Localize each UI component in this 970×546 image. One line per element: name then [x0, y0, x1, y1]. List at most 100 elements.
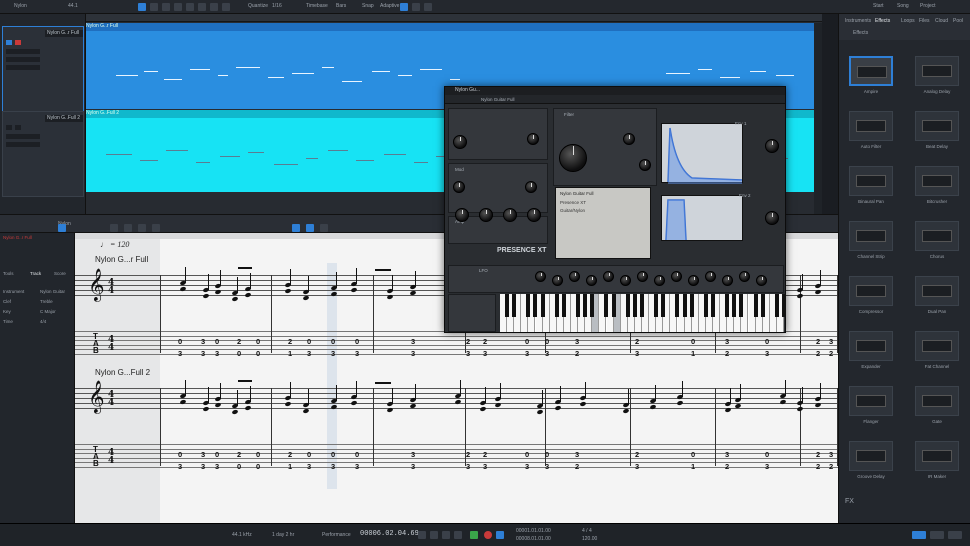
tab-number-1b[interactable]: 3 [355, 349, 359, 358]
stop-button[interactable] [454, 531, 462, 539]
quantize-value[interactable]: 1/16 [272, 3, 282, 9]
tab-number-1b[interactable]: 3 [635, 349, 639, 358]
presence-plugin-window[interactable]: Nylon Gu... Nylon Guitar Full Mod Amp Fi… [444, 86, 786, 333]
tab-number-1a[interactable]: 3 [725, 337, 729, 346]
browser-tab-files[interactable]: Files [919, 18, 930, 24]
inspector-key-value[interactable]: C Major [40, 309, 74, 316]
rewind-button[interactable] [430, 531, 438, 539]
tab-number-2b[interactable]: 3 [635, 462, 639, 471]
time-display[interactable]: 00006.02.04.69 [360, 530, 419, 538]
black-key[interactable] [512, 294, 517, 317]
mute-tool-button[interactable] [198, 3, 206, 11]
effect-label[interactable]: Expander [844, 364, 898, 369]
tab-number-1b[interactable]: 0 [256, 349, 260, 358]
inspector-instrument-value[interactable]: Nylon Guitar [40, 289, 74, 296]
tab-number-2a[interactable]: 3 [201, 450, 205, 459]
env2-display[interactable] [661, 195, 743, 241]
loop-start-readout[interactable]: 00001.01.01.00 [516, 528, 551, 534]
signature-readout[interactable]: 4 / 4 [582, 528, 592, 534]
mute-button-1[interactable] [6, 40, 12, 45]
score-view-button[interactable] [292, 224, 300, 232]
editor-pencil-tool[interactable] [110, 224, 118, 232]
tab-number-2b[interactable]: 3 [765, 462, 769, 471]
effect-label[interactable]: Binaural Pan [844, 199, 898, 204]
tab-number-1a[interactable]: 2 [483, 337, 487, 346]
tab-number-1a[interactable]: 3 [829, 337, 833, 346]
tab-number-1a[interactable]: 2 [288, 337, 292, 346]
effect-thumb[interactable] [849, 276, 893, 306]
record-button-2[interactable] [15, 125, 21, 130]
inspector-tab-tools[interactable]: Tools [3, 271, 23, 278]
tab-number-2b[interactable]: 3 [307, 462, 311, 471]
black-key[interactable] [703, 294, 708, 317]
automation-select-1[interactable] [6, 65, 40, 70]
timebase-value[interactable]: Bars [336, 3, 346, 9]
tab-number-1a[interactable]: 2 [635, 337, 639, 346]
env2-amount-knob[interactable] [765, 211, 779, 225]
tab-number-2b[interactable]: 3 [483, 462, 487, 471]
plugin-keyboard[interactable] [500, 294, 786, 332]
tab-number-2a[interactable]: 0 [256, 450, 260, 459]
tab-number-1a[interactable]: 0 [256, 337, 260, 346]
browse-view-button[interactable] [948, 531, 962, 539]
lfo-knob[interactable] [756, 275, 767, 286]
inspector-tab-score[interactable]: Score [54, 271, 74, 278]
tab-number-2a[interactable]: 0 [691, 450, 695, 459]
effect-thumb[interactable] [849, 166, 893, 196]
input-select-2[interactable] [6, 134, 40, 139]
output-select-2[interactable] [6, 142, 40, 147]
tab-number-2b[interactable]: 3 [331, 462, 335, 471]
tab-number-1a[interactable]: 3 [575, 337, 579, 346]
effect-thumb[interactable] [915, 111, 959, 141]
effect-label[interactable]: Chorus [910, 254, 964, 259]
effect-label[interactable]: Ampire [844, 89, 898, 94]
tab-number-1a[interactable]: 0 [355, 337, 359, 346]
black-key[interactable] [739, 294, 744, 317]
black-key[interactable] [639, 294, 644, 317]
lfo-knob[interactable] [722, 275, 733, 286]
tab-number-1b[interactable]: 0 [237, 349, 241, 358]
effect-thumb[interactable] [915, 221, 959, 251]
black-key[interactable] [760, 294, 765, 317]
effect-label[interactable]: Fat Channel [910, 364, 964, 369]
tempo-readout[interactable]: 120.00 [582, 536, 597, 542]
lfo-knob[interactable] [739, 271, 750, 282]
piano-view-button[interactable] [320, 224, 328, 232]
tab-number-1a[interactable]: 0 [307, 337, 311, 346]
project-page-tab[interactable]: Project [920, 3, 936, 9]
env1-amount-knob[interactable] [765, 139, 779, 153]
lfo-knob[interactable] [671, 271, 682, 282]
track-header-1[interactable]: Nylon G..r Full [2, 26, 84, 112]
black-key[interactable] [625, 294, 630, 317]
tab-number-1b[interactable]: 3 [215, 349, 219, 358]
effect-label[interactable]: Channel Strip [844, 254, 898, 259]
filter-cutoff-knob[interactable] [559, 144, 587, 172]
tab-number-2a[interactable]: 0 [525, 450, 529, 459]
tab-number-2b[interactable]: 1 [288, 462, 292, 471]
browser-tab-pool[interactable]: Pool [953, 18, 963, 24]
mod-rate-knob[interactable] [453, 181, 465, 193]
tab-number-2a[interactable]: 0 [545, 450, 549, 459]
tab-number-1b[interactable]: 3 [178, 349, 182, 358]
snap-value[interactable]: Adaptive [380, 3, 399, 9]
loop-button[interactable] [496, 531, 504, 539]
tab-number-2b[interactable]: 3 [355, 462, 359, 471]
black-key[interactable] [590, 294, 595, 317]
tab-number-2b[interactable]: 0 [256, 462, 260, 471]
tab-number-2b[interactable]: 3 [411, 462, 415, 471]
effect-label[interactable]: Dual Pan [910, 309, 964, 314]
tab-number-2a[interactable]: 0 [765, 450, 769, 459]
tab-number-1b[interactable]: 3 [331, 349, 335, 358]
eraser-tool-button[interactable] [174, 3, 182, 11]
tab-number-2a[interactable]: 0 [178, 450, 182, 459]
arrange-scrollbar[interactable] [814, 23, 822, 214]
return-to-zero-button[interactable] [418, 531, 426, 539]
effect-thumb[interactable] [915, 331, 959, 361]
plugin-preset-name[interactable]: Nylon Guitar Full [481, 97, 515, 102]
tab-number-1a[interactable]: 0 [215, 337, 219, 346]
tab-number-2a[interactable]: 2 [816, 450, 820, 459]
tab-number-1b[interactable]: 1 [288, 349, 292, 358]
black-key[interactable] [732, 294, 737, 317]
tab-number-1a[interactable]: 0 [525, 337, 529, 346]
lfo-knob[interactable] [586, 275, 597, 286]
